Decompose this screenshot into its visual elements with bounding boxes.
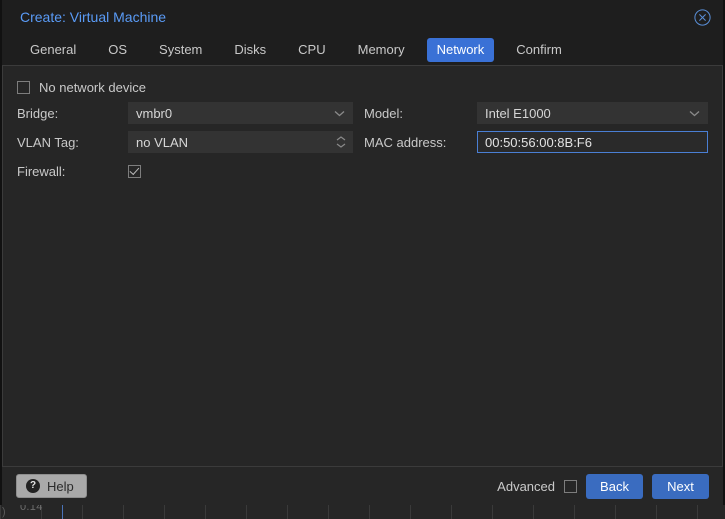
back-button[interactable]: Back xyxy=(586,473,643,499)
question-mark-icon: ? xyxy=(26,479,40,493)
model-label: Model: xyxy=(364,105,404,121)
bridge-select[interactable]: vmbr0 xyxy=(128,102,353,124)
no-network-device-label: No network device xyxy=(39,80,146,95)
vlan-tag-input[interactable]: no VLAN xyxy=(128,131,353,153)
tab-network[interactable]: Network xyxy=(426,37,495,62)
form-column-left: Bridge: vmbr0 VLAN Tag: no VLAN Firewall… xyxy=(17,102,364,189)
advanced-label: Advanced xyxy=(497,478,555,494)
tab-system[interactable]: System xyxy=(149,38,212,62)
model-value: Intel E1000 xyxy=(485,105,551,121)
vlan-tag-row: VLAN Tag: no VLAN xyxy=(17,131,364,153)
no-network-device-checkbox[interactable] xyxy=(17,81,30,94)
form-columns: Bridge: vmbr0 VLAN Tag: no VLAN Firewall… xyxy=(17,102,708,189)
chevron-down-icon xyxy=(334,103,345,123)
model-row: Model: Intel E1000 xyxy=(364,102,708,124)
vlan-tag-placeholder: no VLAN xyxy=(136,134,189,150)
bridge-row: Bridge: vmbr0 xyxy=(17,102,364,124)
tab-cpu[interactable]: CPU xyxy=(288,38,335,62)
tab-os[interactable]: OS xyxy=(98,38,137,62)
mac-address-label: MAC address: xyxy=(364,134,447,150)
dialog-footer: ? Help Advanced Back Next xyxy=(2,466,723,505)
vlan-tag-label: VLAN Tag: xyxy=(17,134,79,150)
firewall-checkbox[interactable] xyxy=(128,164,141,178)
bridge-label: Bridge: xyxy=(17,105,59,121)
no-network-device-row: No network device xyxy=(17,80,708,95)
dialog-title: Create: Virtual Machine xyxy=(20,9,167,25)
network-form: No network device Bridge: vmbr0 VLAN Tag… xyxy=(2,66,723,466)
firewall-label: Firewall: xyxy=(17,163,66,179)
help-button[interactable]: ? Help xyxy=(16,474,87,498)
tab-memory[interactable]: Memory xyxy=(348,38,415,62)
tab-disks[interactable]: Disks xyxy=(224,38,276,62)
bridge-value: vmbr0 xyxy=(136,105,173,121)
next-button[interactable]: Next xyxy=(652,473,709,499)
create-vm-dialog: Create: Virtual Machine General OS Syste… xyxy=(0,0,725,505)
firewall-row: Firewall: xyxy=(17,160,364,182)
dialog-titlebar: Create: Virtual Machine xyxy=(2,0,723,34)
spinner-updown-icon[interactable] xyxy=(336,132,346,152)
help-button-label: Help xyxy=(47,478,74,494)
mac-address-row: MAC address: 00:50:56:00:8B:F6 xyxy=(364,131,708,153)
mac-address-input[interactable]: 00:50:56:00:8B:F6 xyxy=(477,131,708,153)
model-select[interactable]: Intel E1000 xyxy=(477,102,708,124)
form-column-right: Model: Intel E1000 MAC address: 00:50:56… xyxy=(364,102,708,189)
background-corner-glyph: ) xyxy=(2,506,6,518)
footer-actions: Advanced Back Next xyxy=(497,473,709,499)
close-circle-icon[interactable] xyxy=(691,6,713,28)
tab-confirm[interactable]: Confirm xyxy=(506,38,572,62)
wizard-tabs: General OS System Disks CPU Memory Netwo… xyxy=(2,34,723,66)
chevron-down-icon xyxy=(689,103,700,123)
background-ruler-marker xyxy=(62,505,63,519)
advanced-checkbox[interactable] xyxy=(564,479,577,493)
mac-address-value: 00:50:56:00:8B:F6 xyxy=(485,134,592,150)
tab-general[interactable]: General xyxy=(20,38,86,62)
